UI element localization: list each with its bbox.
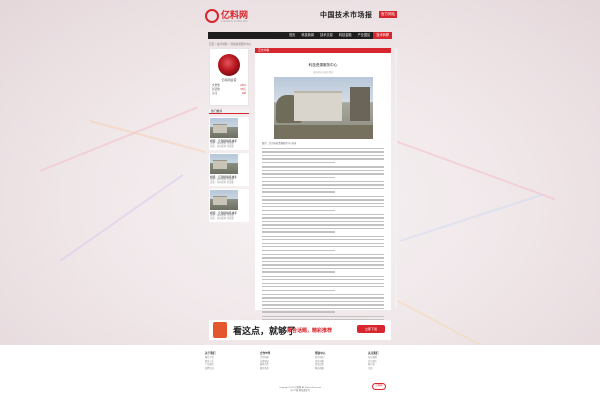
recommended-article[interactable]: 视频：实现模拟机械手 来源：科研机构 浏览量 来源：科研机构 浏览量 [209,117,249,150]
footer-column-heading: 合作伙伴 [260,352,271,355]
right-rail [395,48,397,310]
article-paragraph [262,180,384,193]
article-photo [273,77,373,139]
article-paragraph [262,213,384,233]
footer-column: 合作伙伴 合作机构 友情链接 媒体合作 服务条款 [260,351,304,371]
logo-icon[interactable] [205,9,219,23]
footer-logo[interactable]: 亿料网 [372,383,386,390]
recommended-meta: 来源：科研机构 浏览量 [210,218,234,220]
footer-column-heading: 关注我们 [368,352,379,355]
footer-column: 关注我们 官方微博 官方微信 客户端 订阅 [368,351,412,371]
article-paragraph [262,195,384,211]
ad-subline: 聚合话题，精彩推荐 [287,328,333,334]
footer-column: 帮助中心 新手指南 常见问题 意见反馈 网站地图 [315,351,359,371]
article-paragraph [262,275,384,291]
site-header: 亿料网 LIAOKU.COM.CN 中国技术市场报 官方网站 [185,0,415,32]
article-title: 科技资源服务中心 [308,63,338,67]
article-paragraph [262,166,384,178]
author-avatar[interactable] [218,54,240,76]
article-thumbnail[interactable] [210,190,238,210]
profile-stat: 关注 128 [212,92,246,96]
nav-item[interactable]: 科技新闻 [298,32,317,39]
footer-link[interactable]: 订阅 [368,368,412,372]
stat-value: 128 [241,92,246,95]
footer-column-heading: 帮助中心 [315,352,326,355]
nav-item[interactable]: 首页 [286,32,298,39]
icp-text: 京ICP备 网站备案号 [290,390,310,392]
newspaper-title: 中国技术市场报 [320,10,373,19]
app-icon [213,322,227,338]
footer-column: 关于我们 网站介绍 联系方式 广告服务 招聘信息 [205,351,249,371]
site-tag-badge: 官方网站 [379,11,397,18]
article-paragraph [262,235,384,251]
sidebar: 亿料网运营 文章数 2461 阅读数 68万 关注 128 热门推荐 视频：实现模拟机械手… [209,48,249,222]
article-paragraph [262,148,384,164]
ad-banner[interactable]: 看这点，就够了 聚合话题，精彩推荐 立即下载 [209,320,391,340]
article-thumbnail[interactable] [210,154,238,174]
footer-link[interactable]: 服务条款 [260,368,304,372]
ad-download-button[interactable]: 立即下载 [357,325,385,333]
footer-link[interactable]: 网站地图 [315,368,359,372]
article-thumbnail[interactable] [210,118,238,138]
breadcrumb[interactable]: 首页 > 技术转移 > 科技资源服务中心 [209,42,251,46]
nav-item[interactable]: 技术转移 [373,32,393,39]
nav-item[interactable]: 技术交易 [317,32,336,39]
article-paragraph [262,253,384,273]
site-footer: 关于我们 网站介绍 联系方式 广告服务 招聘信息 合作伙伴 合作机构 友情链接 媒体合作 服务条款… [0,345,600,400]
article-meta: 发布时间 来源 浏览 [313,72,333,74]
article-panel-heading: 正文内容 [255,48,391,53]
footer-column-heading: 关于我们 [205,352,216,355]
recommended-article[interactable]: 视频：实现模拟机械手 来源：科研机构 浏览量 来源：科研机构 浏览量 [209,153,249,186]
stat-label: 关注 [212,92,218,95]
article-paragraph [262,293,384,313]
logo-subtitle: LIAOKU.COM.CN [221,19,248,23]
recommended-meta: 来源：科研机构 浏览量 [210,146,234,148]
recommended-meta: 来源：科研机构 浏览量 [210,182,234,184]
author-profile-card: 亿料网运营 文章数 2461 阅读数 68万 关注 128 [209,48,249,106]
recommended-article[interactable]: 视频：实现模拟机械手 来源：科研机构 浏览量 来源：科研机构 浏览量 [209,189,249,222]
photo-caption: 图为：北京科技资源服务中心外景 [262,143,297,145]
article-panel: 正文内容 科技资源服务中心 发布时间 来源 浏览 图为：北京科技资源服务中心外景… [255,48,391,337]
nav-item[interactable]: 科技金融 [336,32,355,39]
footer-link[interactable]: 招聘信息 [205,368,249,372]
nav-item[interactable]: 产业园区 [355,32,374,39]
sidebar-section-title: 热门推荐 [209,109,249,114]
copyright: Copyright 2016 亿料网 All Rights Reserved 京… [0,387,600,393]
main-nav: 首页 科技新闻 技术交易 科技金融 产业园区 技术转移 [208,32,393,39]
author-name[interactable]: 亿料网运营 [212,78,246,82]
